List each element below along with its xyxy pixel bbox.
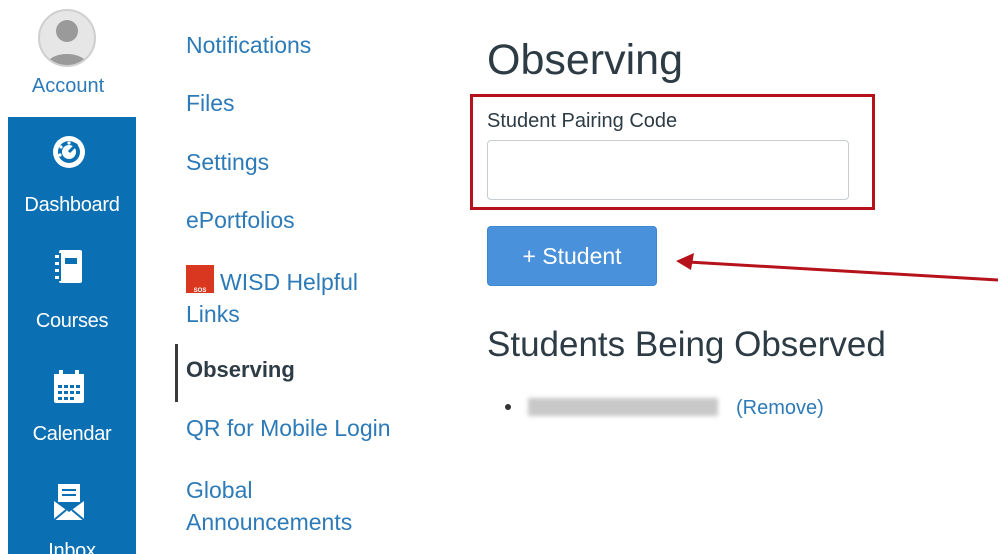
active-indicator bbox=[175, 344, 178, 402]
students-observed-heading: Students Being Observed bbox=[487, 325, 886, 364]
sos-icon: SOS bbox=[186, 265, 214, 294]
subnav-global-announcements[interactable]: Global Announcements bbox=[186, 474, 386, 538]
nav-label-inbox: Inbox bbox=[48, 540, 96, 554]
subnav-eportfolios[interactable]: ePortfolios bbox=[186, 207, 295, 234]
global-nav-bar: Dashboard Courses Calendar Inbox bbox=[8, 117, 136, 554]
subnav-qr-mobile-login[interactable]: QR for Mobile Login bbox=[186, 415, 391, 442]
nav-label-courses: Courses bbox=[35, 310, 109, 332]
nav-item-calendar[interactable]: Calendar bbox=[8, 350, 136, 465]
user-silhouette-icon bbox=[45, 20, 89, 65]
calendar-icon bbox=[54, 370, 84, 403]
global-nav: Account Dashboard Courses Calendar Inbox bbox=[0, 0, 136, 554]
list-bullet bbox=[505, 404, 511, 410]
account-label: Account bbox=[31, 75, 105, 97]
remove-student-link[interactable]: (Remove) bbox=[736, 397, 824, 420]
nav-item-courses[interactable]: Courses bbox=[8, 234, 136, 350]
inbox-icon bbox=[53, 484, 85, 521]
nav-label-calendar: Calendar bbox=[32, 423, 112, 445]
pairing-code-input[interactable] bbox=[487, 140, 849, 200]
subnav-notifications[interactable]: Notifications bbox=[186, 32, 311, 59]
courses-icon bbox=[55, 250, 82, 283]
avatar bbox=[38, 9, 96, 67]
dashboard-icon bbox=[53, 136, 85, 168]
add-student-button[interactable]: + Student bbox=[487, 226, 657, 286]
nav-item-dashboard[interactable]: Dashboard bbox=[8, 117, 136, 234]
subnav-files[interactable]: Files bbox=[186, 90, 235, 117]
blurred-student-name bbox=[528, 398, 718, 416]
annotation-arrow-icon bbox=[676, 253, 999, 282]
account-nav-item[interactable]: Account bbox=[0, 0, 136, 117]
subnav-observing[interactable]: Observing bbox=[186, 357, 295, 383]
nav-item-inbox[interactable]: Inbox bbox=[8, 465, 136, 554]
pairing-code-label: Student Pairing Code bbox=[487, 110, 678, 132]
nav-label-dashboard: Dashboard bbox=[24, 194, 120, 216]
subnav-settings[interactable]: Settings bbox=[186, 149, 269, 176]
page-title: Observing bbox=[487, 36, 683, 84]
subnav-wisd-helpful-links[interactable]: SOS WISD Helpful Links bbox=[186, 265, 396, 330]
